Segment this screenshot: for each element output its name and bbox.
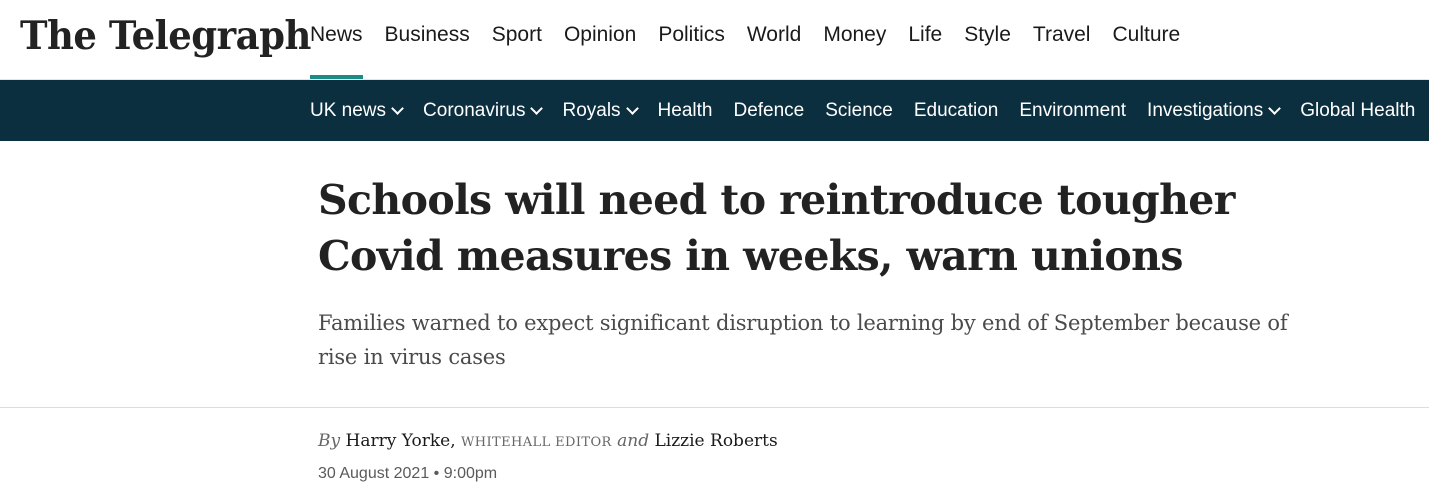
section-nav-label: Investigations xyxy=(1147,99,1264,121)
section-nav-label: Science xyxy=(825,99,893,121)
nav-item-money[interactable]: Money xyxy=(823,0,886,80)
section-nav-label: Education xyxy=(913,99,999,121)
section-nav-item-environment[interactable]: Environment xyxy=(1019,100,1126,122)
section-nav-label: Global Health xyxy=(1300,99,1416,121)
nav-item-culture[interactable]: Culture xyxy=(1112,0,1180,80)
author-lizzie-roberts[interactable]: Lizzie Roberts xyxy=(654,431,777,451)
section-nav-item-coronavirus[interactable]: Coronavirus xyxy=(423,99,544,122)
section-nav-label: Coronavirus xyxy=(423,99,526,121)
nav-item-business[interactable]: Business xyxy=(385,0,470,80)
section-nav-item-investigations[interactable]: Investigations xyxy=(1147,99,1282,122)
chevron-down-icon xyxy=(391,101,404,115)
section-nav-label: Health xyxy=(657,99,713,121)
nav-item-world[interactable]: World xyxy=(747,0,801,80)
section-nav-item-uk-news[interactable]: UK news xyxy=(310,99,404,122)
chevron-down-icon xyxy=(1268,101,1282,115)
divider xyxy=(0,407,1429,408)
publish-datetime: 30 August 2021 • 9:00pm xyxy=(318,465,497,483)
section-nav-item-health[interactable]: Health xyxy=(658,100,713,122)
nav-item-life[interactable]: Life xyxy=(908,0,942,80)
section-nav-label: Environment xyxy=(1019,99,1127,121)
article-headline: Schools will need to reintroduce tougher… xyxy=(318,176,1235,280)
section-nav-item-education[interactable]: Education xyxy=(914,100,999,122)
article-standfirst: Families warned to expect significant di… xyxy=(318,311,1288,369)
section-nav-item-defence[interactable]: Defence xyxy=(733,100,804,122)
nav-item-politics[interactable]: Politics xyxy=(658,0,725,80)
nav-item-style[interactable]: Style xyxy=(964,0,1011,80)
author-role: WHITEHALL EDITOR xyxy=(461,435,612,450)
date-separator: • xyxy=(433,465,440,482)
chevron-down-icon xyxy=(625,101,639,115)
section-nav-item-royals[interactable]: Royals xyxy=(562,99,639,122)
section-nav-bar: UK news Coronavirus Royals Health Defence Sci… xyxy=(0,80,1429,141)
chevron-down-icon xyxy=(530,101,544,115)
section-nav-label: UK news xyxy=(310,99,387,121)
nav-item-opinion[interactable]: Opinion xyxy=(564,0,636,80)
section-nav-label: Defence xyxy=(733,99,805,121)
section-nav-item-science[interactable]: Science xyxy=(825,100,893,122)
nav-item-sport[interactable]: Sport xyxy=(492,0,542,80)
byline: By Harry Yorke, WHITEHALL EDITOR and Liz… xyxy=(318,431,778,451)
telegraph-logo[interactable]: The Telegraph xyxy=(20,9,311,61)
byline-and: and xyxy=(617,431,650,451)
site-header: The Telegraph News Business Sport Opinion Po… xyxy=(0,0,1429,80)
publish-date: 30 August 2021 xyxy=(318,465,430,482)
section-nav: UK news Coronavirus Royals Health Defence Sci… xyxy=(310,80,1429,141)
publish-time: 9:00pm xyxy=(443,465,498,482)
section-nav-item-global-health[interactable]: Global Health xyxy=(1300,100,1415,122)
byline-by: By xyxy=(318,431,341,451)
author-harry-yorke[interactable]: Harry Yorke, xyxy=(346,431,456,451)
primary-nav: News Business Sport Opinion Politics World Mon… xyxy=(310,0,1202,80)
nav-item-news[interactable]: News xyxy=(310,0,363,80)
nav-item-travel[interactable]: Travel xyxy=(1033,0,1091,80)
section-nav-label: Royals xyxy=(562,99,621,121)
